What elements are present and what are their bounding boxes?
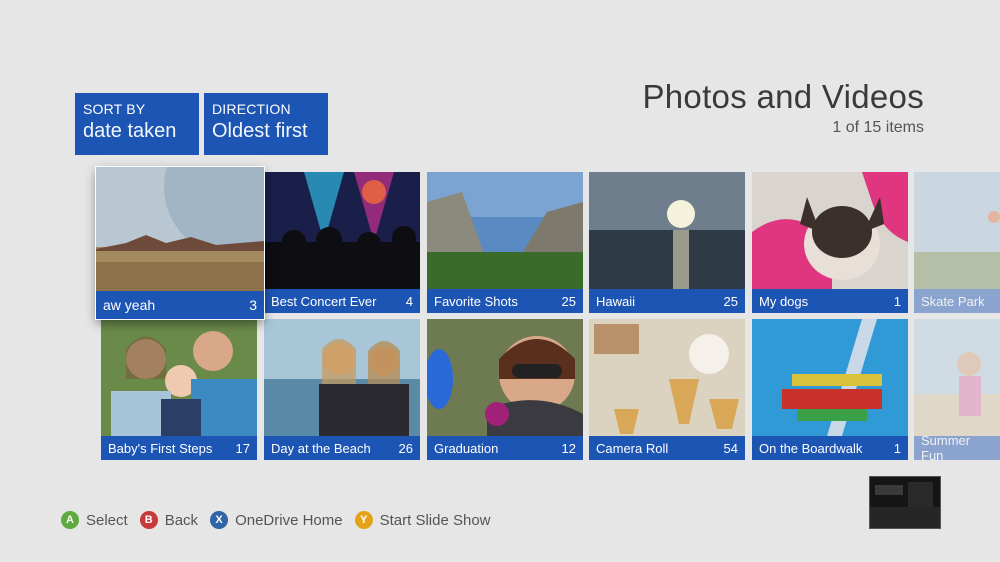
album-tile-my-dogs[interactable]: My dogs 1	[752, 172, 908, 313]
hint-label: Start Slide Show	[379, 511, 491, 529]
album-thumbnail	[96, 167, 264, 291]
album-name: Skate Park	[921, 293, 985, 309]
hint-onedrive-home[interactable]: X OneDrive Home	[210, 511, 343, 529]
album-tile-camera-roll[interactable]: Camera Roll 54	[589, 319, 745, 460]
album-caption: aw yeah 3	[96, 291, 264, 319]
album-count: 54	[723, 440, 738, 456]
album-tile-hawaii[interactable]: Hawaii 25	[589, 172, 745, 313]
b-button-icon: B	[139, 511, 158, 529]
a-button-icon: A	[61, 511, 79, 529]
album-name: Camera Roll	[596, 440, 669, 456]
album-caption: Day at the Beach 26	[264, 436, 420, 460]
album-count: 3	[249, 297, 257, 313]
album-caption: Hawaii 25	[589, 289, 745, 313]
page-title: Photos and Videos	[642, 78, 924, 115]
item-count: 1 of 15 items	[832, 119, 924, 136]
album-name: Baby's First Steps	[108, 440, 213, 456]
hint-label: OneDrive Home	[235, 511, 343, 529]
album-name: Hawaii	[596, 293, 636, 309]
hint-start-slide-show[interactable]: Y Start Slide Show	[354, 511, 491, 529]
direction-value: Oldest first	[212, 120, 308, 142]
album-thumbnail	[427, 319, 583, 436]
album-thumbnail	[914, 319, 1000, 436]
album-caption: Summer Fun	[914, 433, 1000, 460]
sort-by-label: SORT BY	[83, 101, 146, 117]
album-name: Favorite Shots	[434, 293, 518, 309]
album-count: 17	[235, 440, 250, 456]
album-count: 1	[893, 440, 901, 456]
album-thumbnail	[589, 172, 745, 289]
album-thumbnail	[427, 172, 583, 289]
album-count: 25	[561, 293, 576, 309]
album-name: Graduation	[434, 440, 499, 456]
album-tile-aw-yeah[interactable]: aw yeah 3	[95, 166, 265, 320]
album-caption: My dogs 1	[752, 289, 908, 313]
album-caption: Best Concert Ever 4	[264, 289, 420, 313]
album-tile-skate-park[interactable]: Skate Park	[914, 172, 1000, 313]
sort-by-tile[interactable]: SORT BY date taken	[75, 93, 199, 155]
album-tile-favorite-shots[interactable]: Favorite Shots 25	[427, 172, 583, 313]
album-thumbnail	[589, 319, 745, 436]
controller-hint-bar: A Select B Back X OneDrive Home Y Start …	[61, 511, 503, 529]
album-count: 25	[723, 293, 738, 309]
hint-select[interactable]: A Select	[61, 511, 128, 529]
album-tile-day-at-the-beach[interactable]: Day at the Beach 26	[264, 319, 420, 460]
album-tile-best-concert-ever[interactable]: Best Concert Ever 4	[264, 172, 420, 313]
hint-label: Select	[86, 511, 128, 529]
album-tile-graduation[interactable]: Graduation 12	[427, 319, 583, 460]
album-thumbnail	[752, 319, 908, 436]
x-button-icon: X	[210, 511, 229, 529]
album-count: 1	[893, 293, 901, 309]
album-name: My dogs	[759, 293, 809, 309]
y-button-icon: Y	[354, 511, 373, 529]
album-name: On the Boardwalk	[759, 440, 863, 456]
album-name: aw yeah	[103, 297, 156, 313]
album-name: Best Concert Ever	[271, 293, 377, 309]
camera-preview	[869, 476, 941, 529]
album-caption: Baby's First Steps 17	[101, 436, 257, 460]
album-name: Summer Fun	[921, 433, 971, 460]
album-thumbnail	[264, 319, 420, 436]
album-caption: Favorite Shots 25	[427, 289, 583, 313]
album-count: 12	[561, 440, 576, 456]
sort-by-value: date taken	[83, 120, 177, 142]
camera-preview-image	[870, 477, 940, 528]
album-count: 4	[405, 293, 413, 309]
album-tile-babys-first-steps[interactable]: Baby's First Steps 17	[101, 319, 257, 460]
album-caption: Graduation 12	[427, 436, 583, 460]
album-caption: Skate Park	[914, 289, 1000, 313]
album-name: Day at the Beach	[271, 440, 371, 456]
hint-label: Back	[164, 511, 199, 529]
album-tile-on-the-boardwalk[interactable]: On the Boardwalk 1	[752, 319, 908, 460]
album-thumbnail	[914, 172, 1000, 289]
album-thumbnail	[264, 172, 420, 289]
album-caption: Camera Roll 54	[589, 436, 745, 460]
direction-tile[interactable]: DIRECTION Oldest first	[204, 93, 328, 155]
album-caption: On the Boardwalk 1	[752, 436, 908, 460]
album-tile-summer-fun[interactable]: Summer Fun	[914, 319, 1000, 460]
album-count: 26	[398, 440, 413, 456]
album-thumbnail	[101, 319, 257, 436]
hint-back[interactable]: B Back	[139, 511, 199, 529]
album-thumbnail	[752, 172, 908, 289]
direction-label: DIRECTION	[212, 101, 291, 117]
